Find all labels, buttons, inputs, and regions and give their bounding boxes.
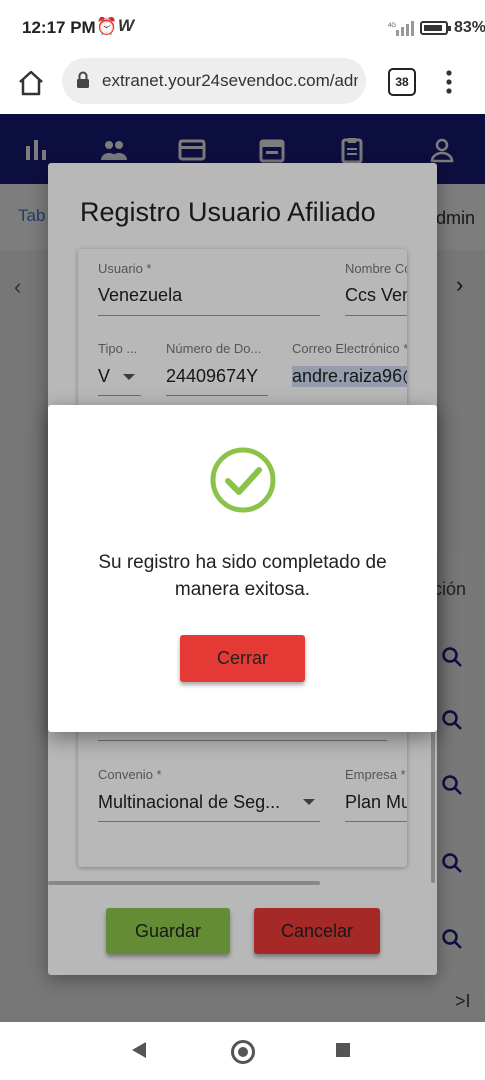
url-bar[interactable]: extranet.your24sevendoc.com/adm	[62, 58, 366, 104]
svg-text:4G: 4G	[388, 23, 396, 29]
back-icon[interactable]	[132, 1042, 146, 1058]
alarm-icon: ⏰	[96, 17, 118, 36]
battery-percent: 83%	[454, 19, 485, 36]
tab-switcher-button[interactable]: 38	[388, 68, 416, 96]
w-app-icon: W	[118, 16, 135, 35]
home-button-icon[interactable]	[231, 1040, 255, 1064]
status-time: 12:17 PM	[22, 18, 96, 37]
success-message: Su registro ha sido completado de manera…	[98, 552, 387, 600]
more-menu-icon[interactable]	[444, 68, 454, 96]
cerrar-button[interactable]: Cerrar	[180, 635, 305, 682]
home-icon[interactable]	[16, 68, 46, 98]
check-circle-icon	[210, 447, 276, 513]
recent-apps-icon[interactable]	[336, 1043, 350, 1057]
battery-icon	[420, 21, 451, 35]
android-nav-bar	[0, 1022, 485, 1080]
signal-icon: 4G	[388, 21, 414, 36]
url-text: extranet.your24sevendoc.com/adm	[102, 71, 358, 90]
browser-toolbar: extranet.your24sevendoc.com/adm 38	[0, 58, 485, 114]
lock-icon	[77, 71, 89, 88]
success-dialog: Su registro ha sido completado de manera…	[48, 405, 437, 732]
status-bar: 12:17 PM ⏰ W 4G 83%	[0, 0, 485, 58]
